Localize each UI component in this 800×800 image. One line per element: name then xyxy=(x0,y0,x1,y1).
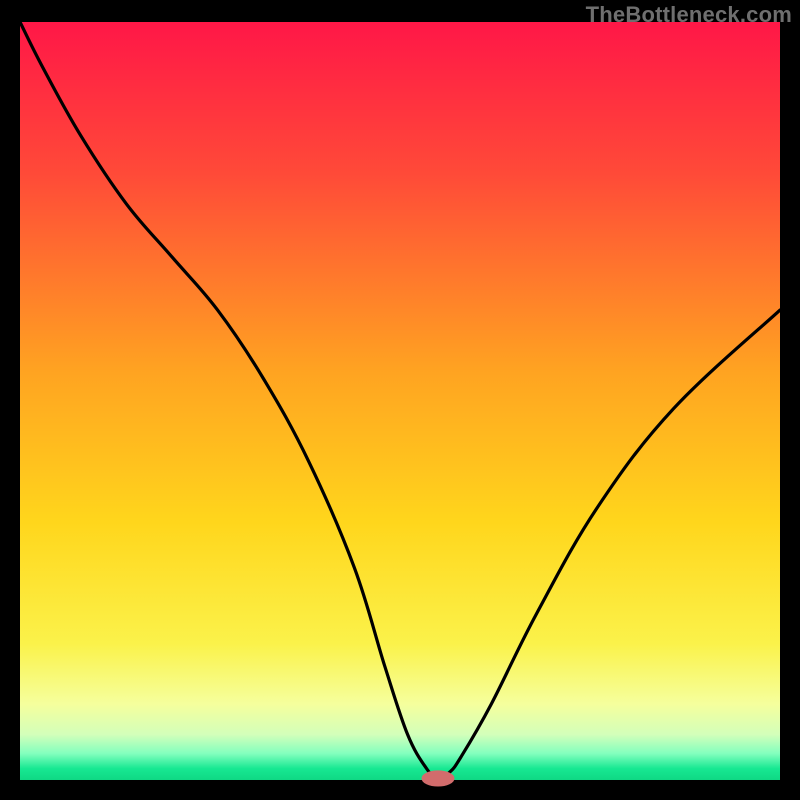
watermark-label: TheBottleneck.com xyxy=(586,2,792,28)
optimal-point-marker xyxy=(422,771,454,786)
bottleneck-chart xyxy=(0,0,800,800)
plot-background xyxy=(20,22,780,780)
chart-frame: TheBottleneck.com xyxy=(0,0,800,800)
